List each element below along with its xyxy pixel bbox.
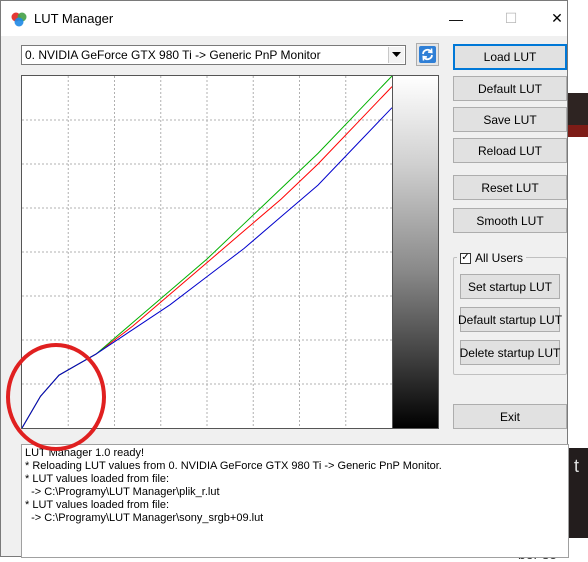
all-users-option[interactable]: ✓ All Users (457, 250, 527, 266)
refresh-button[interactable] (416, 43, 439, 66)
checkmark-icon: ✓ (461, 252, 470, 263)
reset-lut-button[interactable]: Reset LUT (453, 175, 567, 200)
maximize-button[interactable]: ☐ (488, 1, 534, 36)
minimize-button[interactable]: — (433, 1, 479, 36)
maximize-icon: ☐ (504, 10, 518, 26)
lut-curve-chart (21, 75, 393, 429)
log-line: -> C:\Programy\LUT Manager\plik_r.lut (25, 486, 220, 498)
smooth-lut-button[interactable]: Smooth LUT (453, 208, 567, 233)
desktop-background-red-band (568, 125, 588, 137)
reload-lut-button[interactable]: Reload LUT (453, 138, 567, 163)
log-output[interactable]: LUT Manager 1.0 ready! * Reloading LUT v… (21, 444, 569, 558)
close-icon: ✕ (551, 10, 563, 26)
delete-startup-lut-button[interactable]: Delete startup LUT (460, 340, 560, 365)
log-line: * Reloading LUT values from 0. NVIDIA Ge… (25, 460, 442, 472)
dropdown-arrow[interactable] (388, 47, 404, 63)
log-line: * LUT values loaded from file: (25, 473, 170, 485)
desktop-background-glyph: t (574, 456, 580, 476)
exit-button[interactable]: Exit (453, 404, 567, 429)
set-startup-lut-button[interactable]: Set startup LUT (460, 274, 560, 299)
lut-manager-window: LUT Manager — ☐ ✕ 0. NVIDIA GeForce GTX … (0, 0, 569, 558)
window-title: LUT Manager (34, 11, 114, 26)
default-lut-button[interactable]: Default LUT (453, 76, 567, 101)
device-select-value: 0. NVIDIA GeForce GTX 980 Ti -> Generic … (25, 48, 321, 62)
close-button[interactable]: ✕ (534, 1, 580, 36)
blue-channel-curve (21, 107, 393, 429)
app-icon (11, 12, 27, 27)
lut-curve-plot (21, 75, 393, 429)
all-users-label: All Users (475, 251, 524, 265)
log-line: * LUT values loaded from file: (25, 499, 170, 511)
title-bar: LUT Manager — ☐ ✕ (1, 1, 567, 36)
refresh-icon (419, 46, 436, 63)
chevron-down-icon (392, 52, 401, 57)
log-line: LUT Manager 1.0 ready! (25, 447, 145, 459)
default-startup-lut-button[interactable]: Default startup LUT (458, 307, 562, 332)
minimize-icon: — (449, 10, 463, 27)
all-users-checkbox[interactable]: ✓ (460, 252, 471, 264)
load-lut-button[interactable]: Load LUT (453, 44, 567, 70)
device-select[interactable]: 0. NVIDIA GeForce GTX 980 Ti -> Generic … (21, 45, 406, 65)
log-line: -> C:\Programy\LUT Manager\sony_srgb+09.… (25, 512, 264, 524)
grayscale-gradient-bar (393, 75, 439, 429)
save-lut-button[interactable]: Save LUT (453, 107, 567, 132)
